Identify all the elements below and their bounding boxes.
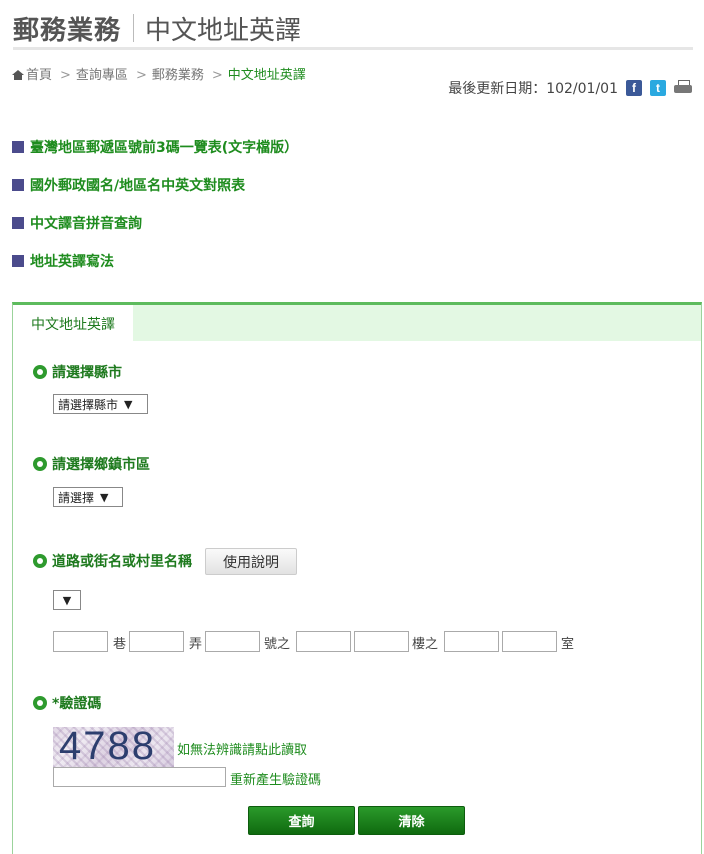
floor-sub-input[interactable] (444, 631, 499, 652)
radio-bullet-icon (33, 365, 47, 379)
site-title: 郵務業務 (13, 16, 122, 46)
county-selected-value: 請選擇縣市 (58, 397, 119, 412)
query-button[interactable]: 查詢 (248, 806, 355, 835)
link-postal-code-list[interactable]: 臺灣地區郵遞區號前3碼一覽表(文字檔版） (12, 128, 298, 166)
number-sub-input[interactable] (296, 631, 351, 652)
radio-bullet-icon (33, 457, 47, 471)
captcha-field-label: *驗證碼 (33, 693, 101, 713)
chevron-down-icon: ▼ (62, 593, 72, 607)
print-icon[interactable] (674, 80, 692, 96)
captcha-image: 4788 (53, 727, 174, 767)
update-row: 最後更新日期：102/01/01 f t (448, 78, 692, 98)
breadcrumb-separator: > (60, 68, 71, 83)
link-label[interactable]: 中文譯音拼音查詢 (30, 213, 142, 233)
breadcrumb-separator: > (135, 68, 147, 83)
captcha-label: *驗證碼 (52, 696, 102, 712)
road-field-label: 道路或街名或村里名稱 (33, 551, 192, 571)
district-select[interactable]: 請選擇 ▼ (53, 487, 123, 507)
lane-unit-label: 巷 (113, 637, 127, 652)
page-title: 中文地址英譯 (145, 16, 302, 46)
breadcrumb-query[interactable]: 查詢專區 (76, 68, 128, 83)
room-input[interactable] (502, 631, 557, 652)
link-country-names[interactable]: 國外郵政國名/地區名中英文對照表 (12, 166, 298, 204)
road-select[interactable]: ▼ (53, 590, 81, 610)
twitter-icon[interactable]: t (650, 80, 666, 96)
tab-address-translation[interactable]: 中文地址英譯 (13, 305, 133, 342)
bullet-square-icon (12, 179, 24, 191)
link-pinyin-lookup[interactable]: 中文譯音拼音查詢 (12, 204, 298, 242)
district-label: 請選擇鄉鎮市區 (52, 457, 150, 473)
road-label: 道路或街名或村里名稱 (52, 554, 192, 570)
breadcrumb-separator: > (211, 68, 223, 83)
radio-bullet-icon (33, 554, 47, 568)
number-input[interactable] (205, 631, 260, 652)
floor-input[interactable] (354, 631, 409, 652)
bullet-square-icon (12, 217, 24, 229)
county-field-label: 請選擇縣市 (33, 362, 122, 382)
breadcrumb-home[interactable]: 首頁 (26, 68, 52, 83)
related-links: 臺灣地區郵遞區號前3碼一覽表(文字檔版） 國外郵政國名/地區名中英文對照表 中文… (12, 128, 298, 280)
number-of-unit-label: 號之 (264, 637, 291, 652)
title-divider (133, 14, 134, 42)
clear-button[interactable]: 清除 (358, 806, 465, 835)
alley-input[interactable] (129, 631, 184, 652)
chevron-down-icon: ▼ (100, 490, 109, 504)
address-translation-panel: 中文地址英譯 請選擇縣市 請選擇縣市 ▼ 請選擇鄉鎮市區 請選擇 ▼ 道路或街名… (12, 302, 702, 854)
district-selected-value: 請選擇 (58, 490, 95, 505)
chevron-down-icon: ▼ (124, 397, 133, 411)
link-address-writing[interactable]: 地址英譯寫法 (12, 242, 298, 280)
floor-of-unit-label: 樓之 (412, 637, 439, 652)
facebook-icon[interactable]: f (626, 80, 642, 96)
breadcrumb-postal[interactable]: 郵務業務 (152, 68, 204, 83)
captcha-regenerate-link[interactable]: 重新產生驗證碼 (230, 769, 321, 788)
link-label[interactable]: 地址英譯寫法 (30, 251, 114, 271)
lane-input[interactable] (53, 631, 108, 652)
home-icon (12, 70, 24, 80)
last-updated-text: 最後更新日期：102/01/01 (448, 81, 618, 97)
captcha-code: 4788 (59, 727, 156, 767)
room-unit-label: 室 (561, 637, 575, 652)
panel-tab-bar: 中文地址英譯 (13, 305, 701, 342)
district-field-label: 請選擇鄉鎮市區 (33, 454, 150, 474)
bullet-square-icon (12, 141, 24, 153)
captcha-input[interactable] (53, 767, 226, 787)
breadcrumb: 首頁 > 查詢專區 > 郵務業務 > 中文地址英譯 (12, 64, 306, 83)
radio-bullet-icon (33, 696, 47, 710)
county-select[interactable]: 請選擇縣市 ▼ (53, 394, 148, 414)
alley-unit-label: 弄 (189, 637, 203, 652)
link-label[interactable]: 臺灣地區郵遞區號前3碼一覽表(文字檔版） (30, 137, 298, 157)
link-label[interactable]: 國外郵政國名/地區名中英文對照表 (30, 175, 245, 195)
usage-help-button[interactable]: 使用說明 (205, 548, 297, 575)
county-label: 請選擇縣市 (52, 365, 122, 381)
captcha-audio-link[interactable]: 如無法辨識請點此讀取 (177, 739, 307, 758)
breadcrumb-current[interactable]: 中文地址英譯 (228, 68, 306, 83)
page-header: 郵務業務 中文地址英譯 (13, 8, 693, 50)
bullet-square-icon (12, 255, 24, 267)
